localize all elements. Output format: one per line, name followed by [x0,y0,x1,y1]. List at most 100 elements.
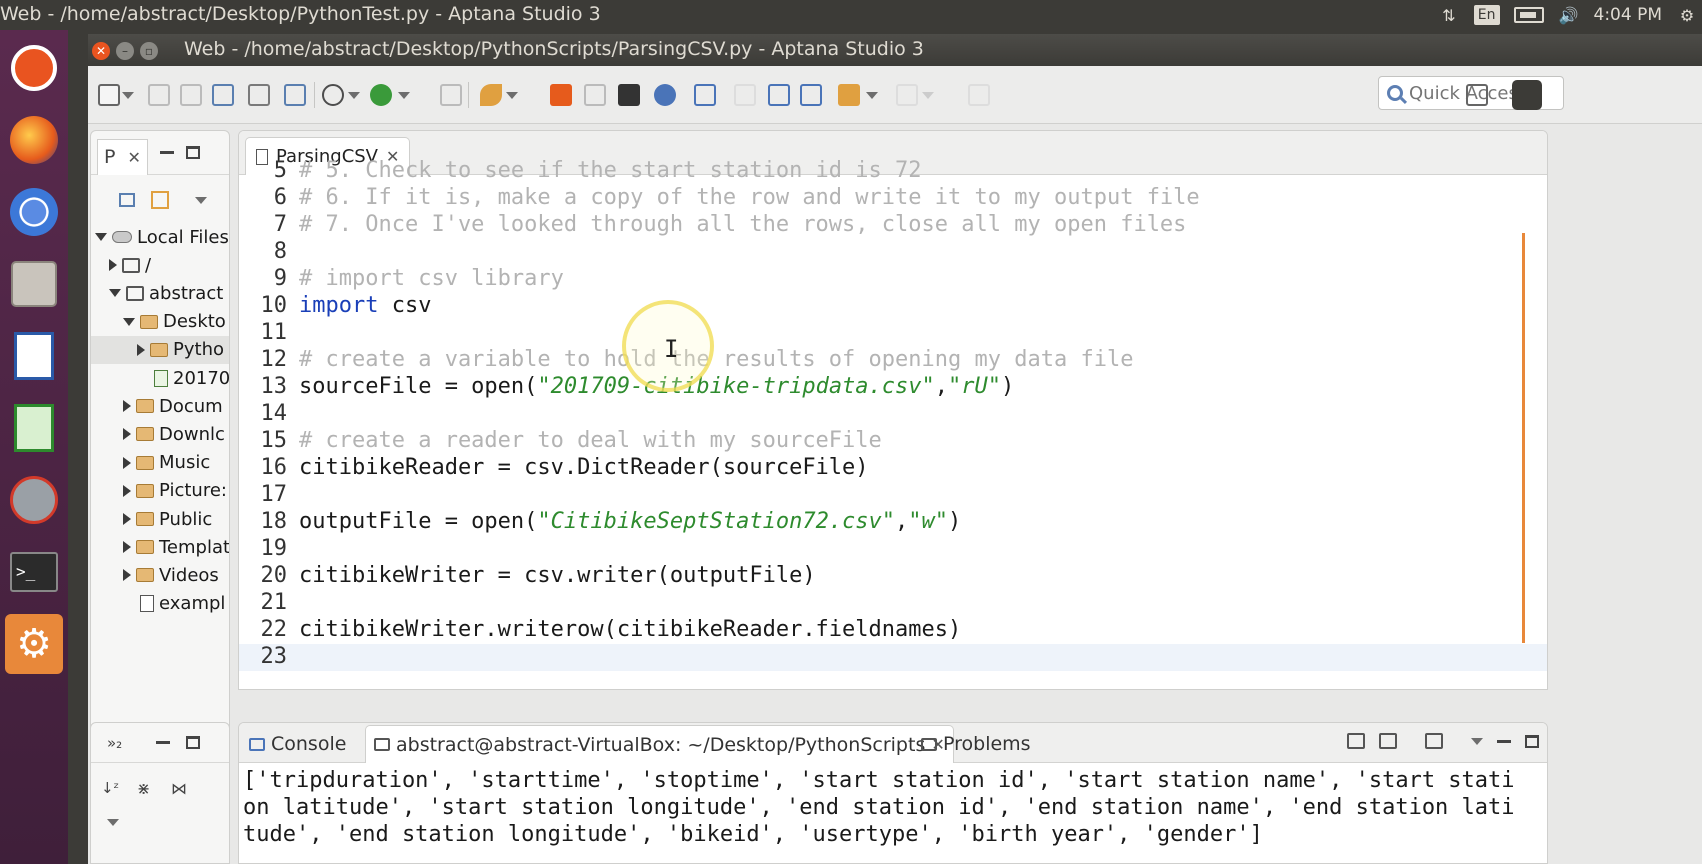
launcher-files[interactable] [5,254,63,314]
console-tab[interactable]: Problems [913,725,1039,763]
collapse-all-icon[interactable] [119,193,135,207]
code-area[interactable]: 5 # 5. Check to see if the start station … [239,158,1547,689]
skip-breakpoints-icon[interactable] [694,84,716,106]
code-line[interactable]: 13 sourceFile = open("201709-citibike-tri… [239,374,1547,401]
tree-item[interactable]: Local Filesy [95,223,229,251]
code-line[interactable]: 17 [239,482,1547,509]
pin-editor-icon[interactable] [968,84,990,106]
tree-item[interactable]: Deskto [123,308,226,336]
forward-icon[interactable] [896,84,918,106]
toggle-mark-icon[interactable] [768,84,790,106]
code-line[interactable]: 21 [239,590,1547,617]
web-perspective-icon[interactable] [1512,80,1542,110]
back-dropdown-icon[interactable] [866,92,878,99]
collapsed-arrow-icon[interactable] [123,484,131,497]
open-perspective-icon[interactable] [1466,84,1488,106]
code-line[interactable]: 15 # create a reader to deal with my sour… [239,428,1547,455]
tree-item[interactable]: / [109,251,151,279]
tree-item[interactable]: Pytho [91,335,229,364]
console-tab[interactable]: abstract@abstract-VirtualBox: ~/Desktop/… [365,725,954,763]
minimize-panel-icon[interactable] [159,151,174,154]
battery-icon[interactable] [1513,7,1544,23]
external-tools-icon[interactable] [440,84,462,106]
network-arrows-icon[interactable]: ⇅ [1438,6,1460,25]
outline-view-menu-icon[interactable] [107,819,119,826]
tree-item[interactable]: Public [123,505,212,533]
tree-item[interactable]: abstract [109,279,223,307]
sort-icon[interactable]: ↓ᶻ [101,779,119,797]
console-view-menu-icon[interactable] [1471,737,1483,745]
maximize-window-button[interactable]: ▫ [140,42,158,60]
code-line[interactable]: 11 [239,320,1547,347]
console-tab[interactable]: Console [241,725,354,763]
run-dropdown-icon[interactable] [398,92,410,99]
code-line[interactable]: 20 citibikeWriter = csv.writer(outputFile… [239,563,1547,590]
subscript-icon[interactable]: »₂ [107,734,122,752]
python-icon[interactable] [654,84,676,106]
code-line[interactable]: 16 citibikeReader = csv.DictReader(source… [239,455,1547,482]
code-line[interactable]: 14 [239,401,1547,428]
new-dropdown-icon[interactable] [122,92,134,99]
maximize-panel-icon[interactable] [186,736,201,749]
maximize-panel-icon[interactable] [185,146,200,159]
export-icon[interactable] [284,84,306,106]
launcher-firefox[interactable] [5,110,63,170]
minimize-panel-icon[interactable] [156,741,171,744]
view-menu-icon[interactable] [195,197,207,204]
code-line[interactable]: 12 # create a variable to hold the result… [239,347,1547,374]
new-icon[interactable] [98,84,120,106]
settings-gear-icon[interactable]: ⚙ [1676,6,1698,25]
collapsed-arrow-icon[interactable] [123,513,131,525]
expanded-arrow-icon[interactable] [109,289,121,298]
collapse-icon[interactable]: ⋇ [137,779,150,798]
expanded-arrow-icon[interactable] [123,317,135,326]
tree-item[interactable]: 20170 [137,364,229,392]
code-line[interactable]: 18 outputFile = open("CitibikeSeptStation… [239,509,1547,536]
volume-icon[interactable]: 🔊 [1558,6,1580,25]
collapsed-arrow-icon[interactable] [123,569,131,582]
code-line[interactable]: 19 [239,536,1547,563]
tree-item[interactable]: Downlc [123,420,225,448]
tree-item[interactable]: Picture: [123,477,227,505]
deploy-dropdown-icon[interactable] [506,92,518,99]
console-output[interactable]: ['tripduration', 'starttime', 'stoptime'… [243,767,1543,848]
collapsed-arrow-icon[interactable] [137,343,145,356]
launcher-terminal[interactable]: >_ [5,542,63,602]
open-console-icon[interactable] [1379,733,1397,749]
code-line[interactable]: 9 # import csv library [239,266,1547,293]
deploy-icon[interactable] [480,84,502,106]
home-icon[interactable] [550,84,572,106]
expanded-arrow-icon[interactable] [95,233,107,241]
collapsed-arrow-icon[interactable] [123,428,131,441]
close-icon[interactable]: ✕ [127,148,140,167]
back-icon[interactable] [838,84,860,106]
code-line[interactable]: 10 import csv [239,293,1547,320]
overview-ruler-marker[interactable] [1522,233,1525,643]
debug-dropdown-icon[interactable] [348,92,360,99]
code-line[interactable]: 5 # 5. Check to see if the start station … [239,158,1547,185]
browser-preview-icon[interactable] [584,84,606,106]
collapsed-arrow-icon[interactable] [123,541,131,554]
minimize-panel-icon[interactable] [1497,739,1511,743]
expand-icon[interactable]: ⋈ [171,779,187,798]
link-with-editor-icon[interactable] [151,191,169,209]
terminal-toolbar-icon[interactable] [618,84,640,106]
close-window-button[interactable]: ✕ [92,42,110,60]
collapsed-arrow-icon[interactable] [123,400,131,413]
tree-item[interactable]: exampl [123,590,225,618]
launcher-chromium[interactable] [5,182,63,242]
code-line[interactable]: 7 # 7. Once I've looked through all the r… [239,212,1547,239]
forward-dropdown-icon[interactable] [922,92,934,99]
collapsed-arrow-icon[interactable] [123,456,131,469]
minimize-window-button[interactable]: – [116,42,134,60]
keyboard-language-indicator[interactable]: En [1473,5,1500,25]
debug-icon[interactable] [322,84,344,106]
save-all-icon[interactable] [180,84,202,106]
tree-item[interactable]: Docum [123,392,223,420]
tree-item[interactable]: Templat [123,533,229,561]
code-line[interactable]: 6 # 6. If it is, make a copy of the row a… [239,185,1547,212]
show-whitespace-icon[interactable] [800,84,822,106]
launcher-ubuntu-dash[interactable] [5,38,63,98]
pin-console-icon[interactable] [1347,733,1365,749]
launcher-writer[interactable] [5,326,63,386]
